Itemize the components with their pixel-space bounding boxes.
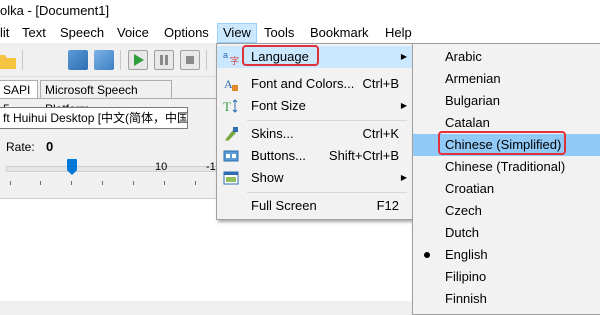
language-item[interactable]: Chinese (Traditional)	[413, 156, 600, 178]
slider-tick	[102, 181, 103, 185]
buttons-icon	[223, 150, 239, 162]
language-label: Finnish	[445, 291, 487, 306]
language-label: English	[445, 247, 488, 262]
play-icon[interactable]	[128, 50, 148, 70]
menu-voice[interactable]: Voice	[117, 24, 149, 42]
slider-tick	[195, 181, 196, 185]
read-aloud-icon[interactable]	[68, 50, 88, 70]
language-label: Croatian	[445, 181, 495, 196]
svg-text:A: A	[224, 77, 233, 91]
menu-edit[interactable]: lit	[0, 24, 9, 42]
menu-item-label: Buttons...	[251, 148, 306, 163]
read-clipboard-icon[interactable]	[94, 50, 114, 70]
menu-view[interactable]: View	[217, 23, 257, 43]
toolbar-separator	[22, 50, 23, 70]
submenu-arrow-icon: ▶	[400, 101, 407, 110]
menu-help[interactable]: Help	[385, 24, 412, 42]
menu-item-shortcut: F12	[376, 198, 399, 213]
language-item[interactable]: Dutch	[413, 222, 600, 244]
title-bar: olka - [Document1]	[0, 0, 600, 22]
language-submenu: Arabic Armenian Bulgarian Catalan Chines…	[412, 43, 600, 315]
font-colors-icon: A	[224, 77, 238, 91]
pause-icon[interactable]	[154, 50, 174, 70]
slider-tick	[40, 181, 41, 185]
menu-item-label: Font and Colors...	[251, 76, 355, 91]
language-label: Filipino	[445, 269, 487, 284]
view-menu: a字 Language ▶ A Font and Colors... Ctrl+…	[216, 43, 414, 220]
voice-select[interactable]: ft Huihui Desktop [中文(简体，中国)]	[0, 107, 188, 129]
language-item-english[interactable]: English	[413, 244, 600, 266]
menu-item-label: Font Size	[251, 98, 306, 113]
language-label: Czech	[445, 203, 482, 218]
stop-icon[interactable]	[180, 50, 200, 70]
menu-item-font-size[interactable]: T Font Size ▶	[217, 95, 413, 117]
language-item[interactable]: Bulgarian	[413, 90, 600, 112]
menu-bookmark[interactable]: Bookmark	[310, 24, 369, 42]
rate-label: Rate:	[6, 140, 35, 154]
show-icon	[223, 171, 239, 185]
menu-item-label: Full Screen	[251, 198, 317, 213]
slider-tick	[71, 181, 72, 185]
annotation-highlight-box	[438, 131, 566, 155]
menu-item-shortcut: Ctrl+K	[362, 126, 399, 141]
menu-item-font-colors[interactable]: A Font and Colors... Ctrl+B	[217, 73, 413, 95]
menu-separator	[247, 192, 407, 193]
menu-item-label: Skins...	[251, 126, 294, 141]
language-item[interactable]: Finnish	[413, 288, 600, 310]
svg-text:T: T	[223, 99, 231, 114]
tab-speech-platform[interactable]: Microsoft Speech Platform	[40, 80, 172, 116]
language-item[interactable]: Filipino	[413, 266, 600, 288]
submenu-arrow-icon: ▶	[400, 173, 407, 182]
skins-icon	[225, 127, 238, 141]
menu-item-label: Show	[251, 170, 284, 185]
language-label: Bulgarian	[445, 93, 500, 108]
toolbar-separator	[206, 50, 207, 70]
language-item[interactable]: Czech	[413, 200, 600, 222]
menu-item-buttons[interactable]: Buttons... Shift+Ctrl+B	[217, 145, 413, 167]
svg-text:a: a	[223, 50, 228, 60]
rate-value: 0	[46, 139, 54, 154]
rate-slider-track[interactable]	[6, 166, 218, 172]
menu-separator	[247, 120, 407, 121]
tab-sapi5[interactable]: SAPI 5	[0, 80, 38, 116]
slider-tick	[164, 181, 165, 185]
menu-item-full-screen[interactable]: Full Screen F12	[217, 195, 413, 217]
menu-item-skins[interactable]: Skins... Ctrl+K	[217, 123, 413, 145]
language-label: Chinese (Traditional)	[445, 159, 566, 174]
window-title: olka - [Document1]	[0, 3, 110, 18]
language-item[interactable]: Arabic	[413, 46, 600, 68]
radio-bullet-icon	[424, 252, 430, 258]
menu-item-shortcut: Shift+Ctrl+B	[328, 148, 399, 163]
rate-tick-label: -1	[206, 161, 216, 173]
slider-tick	[133, 181, 134, 185]
svg-text:字: 字	[230, 55, 239, 65]
toolbar-separator	[120, 50, 121, 70]
rate-slider-thumb[interactable]	[67, 159, 77, 175]
language-label: Arabic	[445, 49, 482, 64]
menu-speech[interactable]: Speech	[60, 24, 104, 42]
menu-item-show[interactable]: Show ▶	[217, 167, 413, 189]
slider-tick	[10, 181, 11, 185]
open-file-icon[interactable]	[0, 55, 16, 69]
language-item[interactable]: Croatian	[413, 178, 600, 200]
menu-item-shortcut: Ctrl+B	[362, 76, 399, 91]
menu-options[interactable]: Options	[164, 24, 209, 42]
language-item[interactable]: Armenian	[413, 68, 600, 90]
font-size-icon: T	[223, 99, 238, 114]
annotation-highlight-box	[242, 45, 319, 66]
menu-text[interactable]: Text	[22, 24, 46, 42]
language-icon: a字	[223, 50, 239, 65]
submenu-arrow-icon: ▶	[400, 52, 407, 61]
language-label: Armenian	[445, 71, 501, 86]
menu-bar: lit Text Speech Voice Options View Tools…	[0, 22, 600, 43]
language-label: Dutch	[445, 225, 479, 240]
menu-tools[interactable]: Tools	[264, 24, 294, 42]
rate-tick-label: 10	[155, 161, 168, 173]
